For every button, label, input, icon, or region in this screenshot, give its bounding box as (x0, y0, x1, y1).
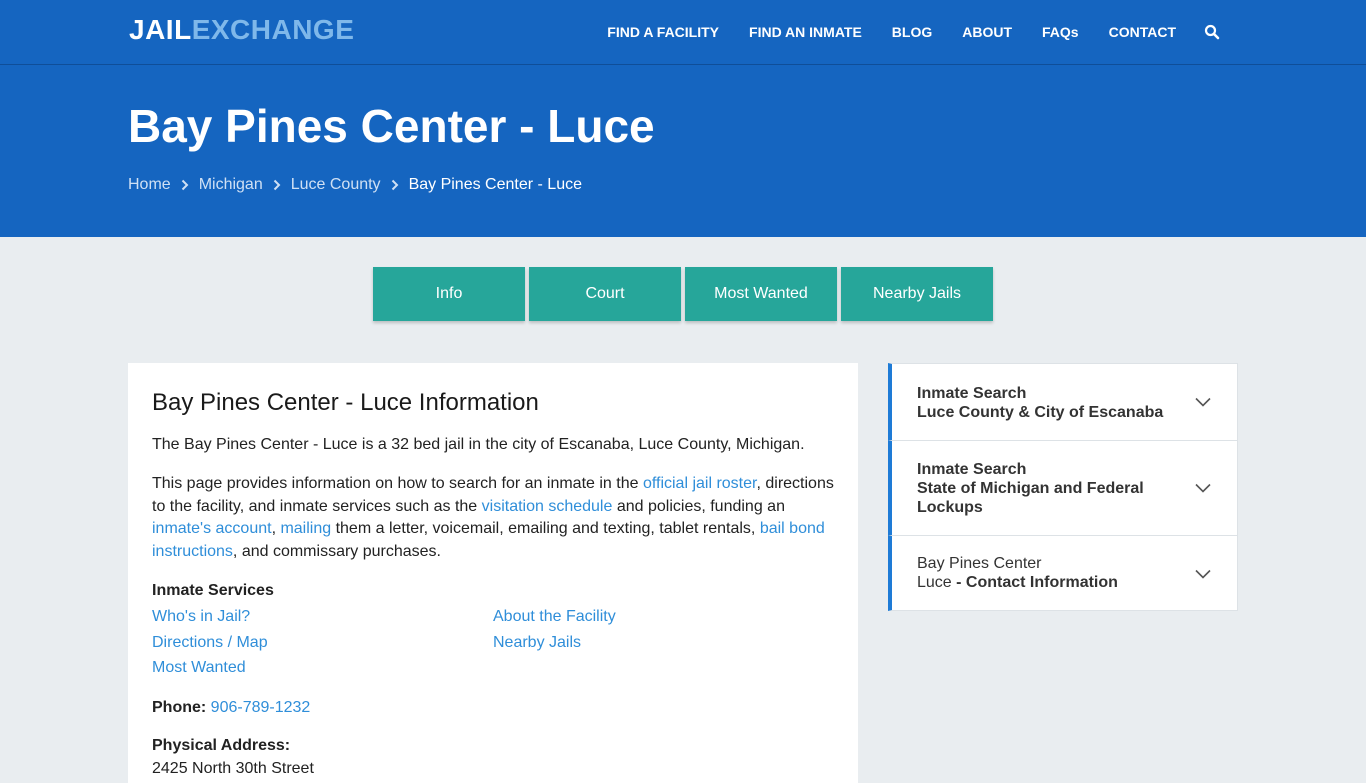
breadcrumb-home[interactable]: Home (128, 176, 171, 194)
para-text: them a letter, voicemail, emailing and t… (331, 520, 760, 537)
accordion-contact-label: - Contact Information (951, 574, 1118, 591)
section-tabs: Info Court Most Wanted Nearby Jails (373, 267, 997, 321)
intro-text: The Bay Pines Center - Luce is a 32 bed … (152, 436, 805, 453)
nav-about[interactable]: ABOUT (962, 24, 1012, 40)
para-text: and policies, funding an (612, 497, 785, 515)
link-directions-map[interactable]: Directions / Map (152, 634, 268, 652)
nav-find-facility[interactable]: FIND A FACILITY (607, 24, 719, 40)
accordion-facility-suffix: Luce (917, 574, 952, 591)
tab-nearby-jails[interactable]: Nearby Jails (841, 267, 993, 321)
nav-blog[interactable]: BLOG (892, 24, 932, 40)
accordion-line: State of Michigan and Federal (917, 480, 1144, 497)
inmate-services-title: Inmate Services (152, 582, 274, 599)
accordion-inmate-search-state[interactable]: Inmate Search State of Michigan and Fede… (888, 440, 1238, 536)
link-whos-in-jail[interactable]: Who's in Jail? (152, 608, 250, 626)
para-text: This page provides information on how to… (152, 475, 643, 492)
tab-most-wanted[interactable]: Most Wanted (685, 267, 837, 321)
chevron-down-icon (1195, 483, 1211, 493)
accordion-title: Bay Pines Center Luce - Contact Informat… (917, 554, 1118, 592)
breadcrumb-state[interactable]: Michigan (199, 176, 263, 194)
logo-text-exchange: EXCHANGE (191, 14, 355, 45)
tab-court[interactable]: Court (529, 267, 681, 321)
phone-link[interactable]: 906-789-1232 (211, 699, 311, 716)
address-label: Physical Address: (152, 737, 291, 754)
logo-text-jail: JAIL (129, 14, 192, 45)
chevron-down-icon (1195, 569, 1211, 579)
nav-contact[interactable]: CONTACT (1109, 24, 1176, 40)
breadcrumb-current: Bay Pines Center - Luce (408, 176, 582, 193)
accordion-contact-information[interactable]: Bay Pines Center Luce - Contact Informat… (888, 535, 1238, 611)
link-visitation-schedule[interactable]: visitation schedule (482, 498, 613, 515)
description-paragraph: This page provides information on how to… (152, 473, 836, 563)
link-mailing[interactable]: mailing (280, 520, 331, 537)
accordion-line: Bay Pines Center (917, 555, 1042, 572)
breadcrumb: Home Michigan Luce County Bay Pines Cent… (128, 176, 582, 194)
chevron-right-icon (181, 179, 189, 191)
para-text: , and commissary purchases. (232, 542, 441, 560)
accordion-line: Luce - Contact Information (917, 573, 1118, 592)
accordion-title: Inmate Search Luce County & City of Esca… (917, 384, 1163, 422)
site-logo[interactable]: JAILEXCHANGE (129, 14, 354, 46)
main-nav: FIND A FACILITY FIND AN INMATE BLOG ABOU… (577, 0, 1220, 64)
chevron-right-icon (273, 179, 281, 191)
tab-info[interactable]: Info (373, 267, 525, 321)
accordion-line: Inmate Search (917, 385, 1027, 402)
link-about-facility[interactable]: About the Facility (493, 608, 616, 626)
nav-faqs[interactable]: FAQs (1042, 24, 1079, 40)
link-inmate-account[interactable]: inmate's account (152, 520, 272, 537)
accordion-title: Inmate Search State of Michigan and Fede… (917, 460, 1144, 517)
top-navbar: JAILEXCHANGE FIND A FACILITY FIND AN INM… (0, 0, 1366, 65)
link-official-jail-roster[interactable]: official jail roster (643, 475, 757, 492)
info-heading: Bay Pines Center - Luce Information (152, 389, 539, 416)
address-line1: 2425 North 30th Street (152, 760, 314, 777)
link-nearby-jails[interactable]: Nearby Jails (493, 634, 581, 652)
breadcrumb-county[interactable]: Luce County (291, 176, 381, 194)
info-card: Bay Pines Center - Luce Information The … (128, 363, 858, 783)
page-hero: Bay Pines Center - Luce Home Michigan Lu… (0, 65, 1366, 237)
accordion-line: Inmate Search (917, 461, 1027, 478)
accordion-inmate-search-county[interactable]: Inmate Search Luce County & City of Esca… (888, 363, 1238, 441)
page-title: Bay Pines Center - Luce (128, 100, 655, 152)
chevron-down-icon (1195, 397, 1211, 407)
phone-row: Phone: 906-789-1232 (152, 699, 310, 717)
link-most-wanted[interactable]: Most Wanted (152, 659, 246, 677)
nav-find-inmate[interactable]: FIND AN INMATE (749, 24, 862, 40)
search-icon[interactable] (1204, 24, 1220, 40)
accordion-line: Lockups (917, 499, 983, 516)
accordion-line: Luce County & City of Escanaba (917, 404, 1164, 421)
phone-label: Phone: (152, 699, 207, 716)
chevron-right-icon (391, 179, 398, 191)
sidebar-accordion: Inmate Search Luce County & City of Esca… (888, 363, 1238, 611)
